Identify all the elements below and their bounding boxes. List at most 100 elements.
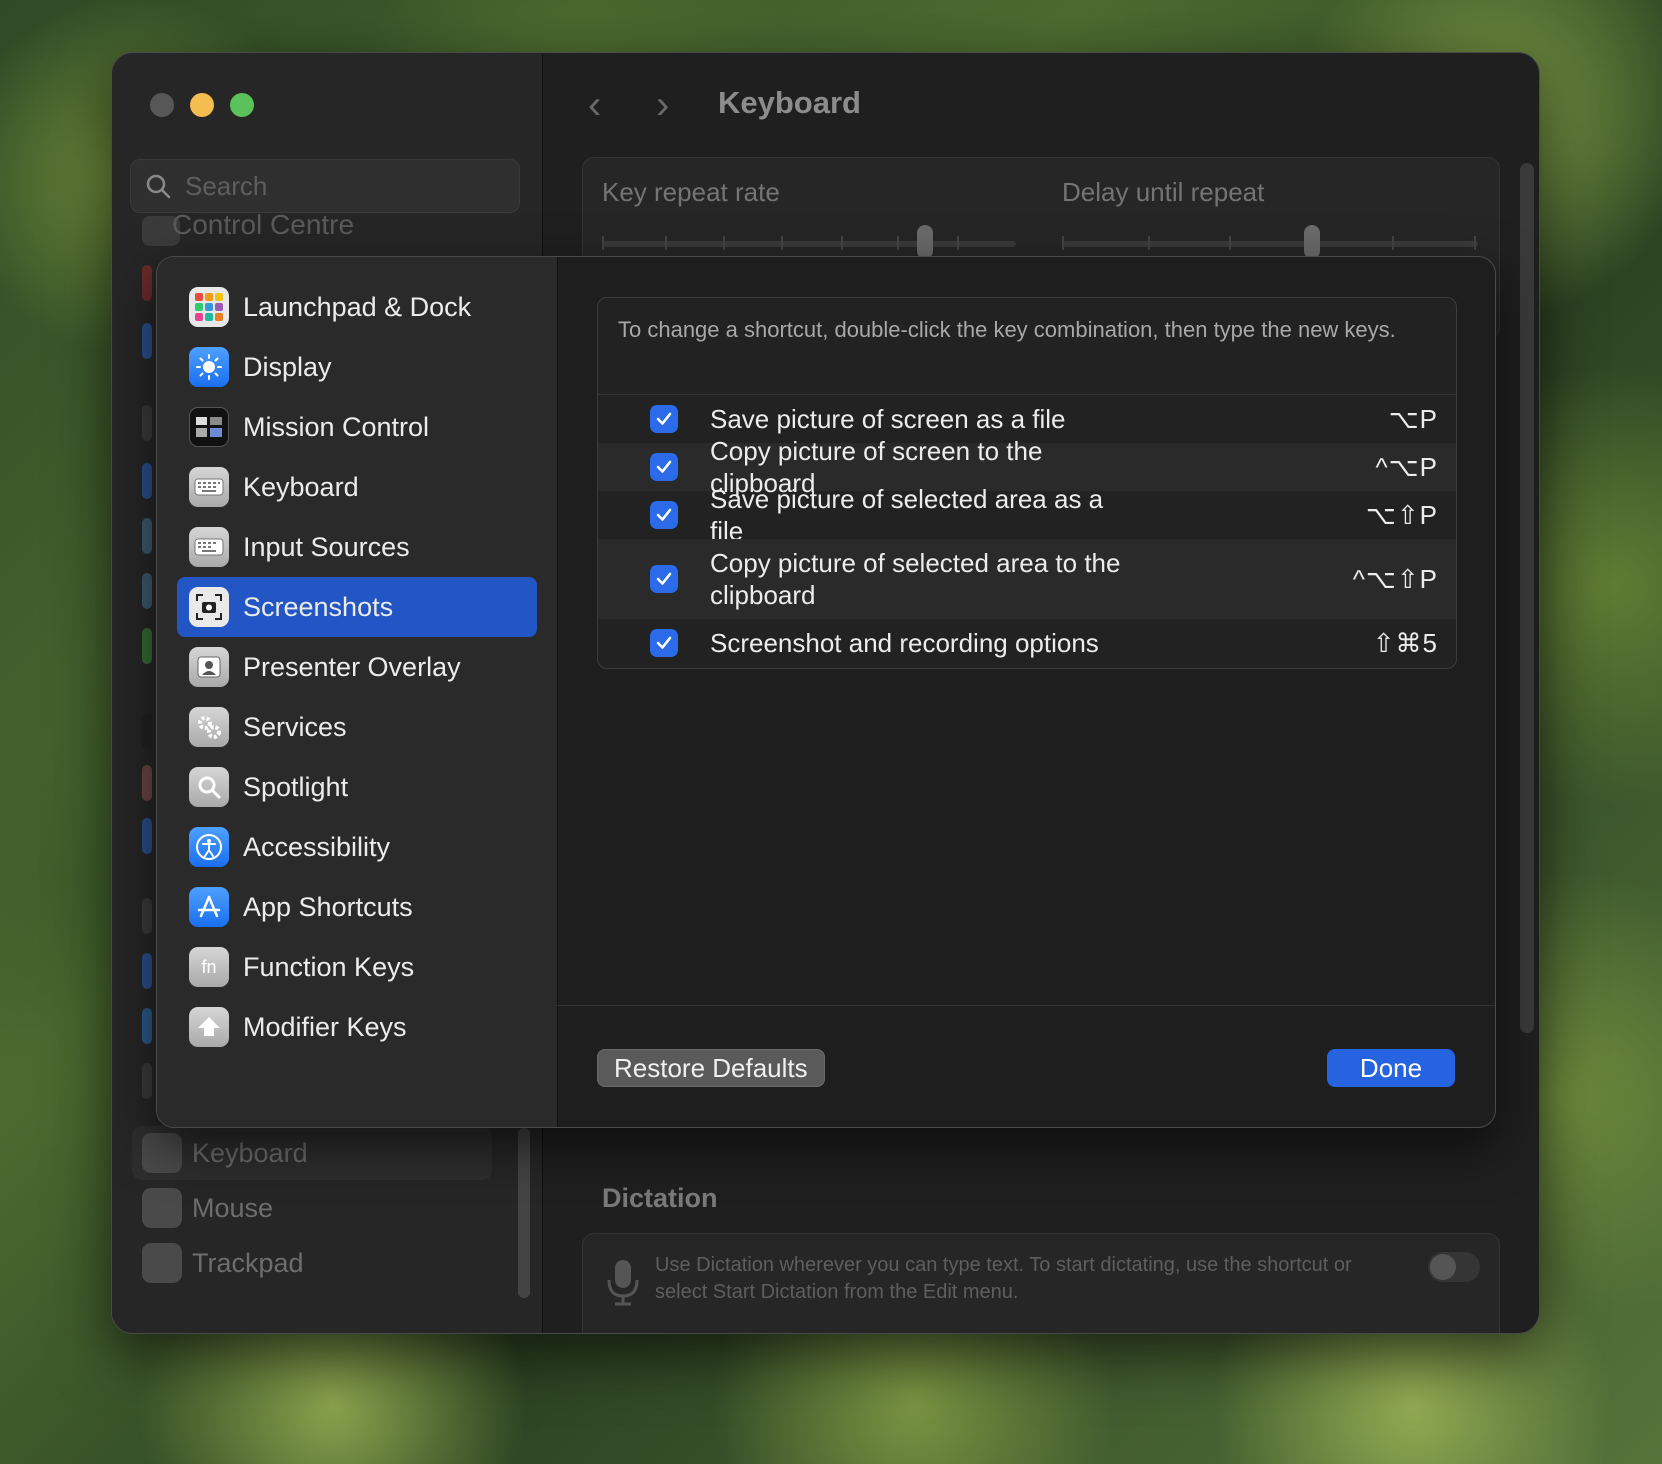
shortcut-keys[interactable]: ⌥⇧P <box>1366 500 1438 531</box>
slider-tick <box>723 236 725 250</box>
category-label: Launchpad & Dock <box>243 291 472 322</box>
close-window-button[interactable] <box>150 93 174 117</box>
sidebar-peek-icon <box>142 463 152 499</box>
minimize-window-button[interactable] <box>190 93 214 117</box>
keyboard-shortcuts-sheet: Launchpad & Dock Display Mission Control… <box>156 256 1496 1128</box>
shortcut-keys[interactable]: ⇧⌘5 <box>1373 628 1438 659</box>
dictation-toggle[interactable] <box>1428 1252 1480 1282</box>
shortcut-label: Save picture of screen as a file <box>710 404 1066 434</box>
sidebar-peek-icon <box>142 1008 152 1044</box>
sidebar-item-control-centre[interactable]: Control Centre <box>172 209 354 241</box>
category-label: Modifier Keys <box>243 1011 407 1042</box>
screenshots-icon <box>189 587 229 627</box>
slider-tick <box>841 236 843 250</box>
modifier-keys-icon <box>189 1007 229 1047</box>
dictation-card: Use Dictation wherever you can type text… <box>582 1233 1500 1333</box>
shortcut-checkbox[interactable] <box>650 501 678 529</box>
shortcut-checkbox[interactable] <box>650 405 678 433</box>
category-launchpad-dock[interactable]: Launchpad & Dock <box>177 277 537 337</box>
checkmark-icon <box>656 460 672 473</box>
category-label: App Shortcuts <box>243 891 413 922</box>
shortcut-keys[interactable]: ^⌥⇧P <box>1353 564 1438 595</box>
category-label: Accessibility <box>243 831 391 862</box>
checkmark-icon <box>656 636 672 649</box>
shortcuts-content: To change a shortcut, double-click the k… <box>557 257 1495 1127</box>
category-label: Mission Control <box>243 411 430 442</box>
category-modifier-keys[interactable]: Modifier Keys <box>177 997 537 1057</box>
category-keyboard[interactable]: Keyboard <box>177 457 537 517</box>
category-spotlight[interactable]: Spotlight <box>177 757 537 817</box>
slider-tick <box>957 236 959 250</box>
sidebar-peek-icon <box>142 765 152 801</box>
sidebar-item-trackpad[interactable]: Trackpad <box>132 1236 492 1290</box>
sidebar-item-keyboard[interactable]: Keyboard <box>132 1126 492 1180</box>
back-button[interactable]: ‹ <box>588 83 601 128</box>
category-input-sources[interactable]: Input Sources <box>177 517 537 577</box>
category-label: Input Sources <box>243 531 410 562</box>
category-display[interactable]: Display <box>177 337 537 397</box>
shortcut-checkbox[interactable] <box>650 629 678 657</box>
category-mission-control[interactable]: Mission Control <box>177 397 537 457</box>
sidebar-scrollbar[interactable] <box>518 1128 530 1298</box>
shortcuts-table: To change a shortcut, double-click the k… <box>597 297 1457 669</box>
category-label: Services <box>243 711 347 742</box>
shortcut-label: Copy picture of selected area to the cli… <box>710 548 1121 610</box>
presenter-overlay-icon <box>189 647 229 687</box>
slider-tick <box>781 236 783 250</box>
category-services[interactable]: Services <box>177 697 537 757</box>
page-title: Keyboard <box>718 85 861 120</box>
slider-tick <box>1392 236 1394 250</box>
delay-knob[interactable] <box>1303 225 1320 259</box>
shortcut-row[interactable]: Copy picture of selected area to the cli… <box>598 539 1456 619</box>
category-label: Presenter Overlay <box>243 651 461 682</box>
slider-tick <box>665 236 667 250</box>
function-keys-icon: fn <box>189 947 229 987</box>
sidebar-item-mouse[interactable]: Mouse <box>132 1181 492 1235</box>
slider-tick <box>1148 236 1150 250</box>
sidebar-peek-icon <box>142 518 152 554</box>
key-repeat-label: Key repeat rate <box>602 177 780 207</box>
shortcut-checkbox[interactable] <box>650 453 678 481</box>
sidebar-peek-icon <box>142 953 152 989</box>
delay-label: Delay until repeat <box>1062 177 1265 207</box>
category-app-shortcuts[interactable]: App Shortcuts <box>177 877 537 937</box>
sidebar-peek-icon <box>142 628 152 664</box>
category-function-keys[interactable]: fn Function Keys <box>177 937 537 997</box>
sidebar-peek-icon <box>142 573 152 609</box>
shortcut-row[interactable]: Screenshot and recording options ⇧⌘5 <box>598 619 1456 667</box>
delay-slider[interactable] <box>1062 241 1478 247</box>
category-screenshots[interactable]: Screenshots <box>177 577 537 637</box>
key-repeat-knob[interactable] <box>916 225 933 259</box>
sidebar-peek-icon <box>142 405 152 441</box>
shortcut-checkbox[interactable] <box>650 565 678 593</box>
done-button[interactable]: Done <box>1327 1049 1455 1087</box>
zoom-window-button[interactable] <box>230 93 254 117</box>
trackpad-icon <box>142 1243 182 1283</box>
forward-button[interactable]: › <box>656 83 669 128</box>
checkmark-icon <box>656 412 672 425</box>
sidebar-peek-icon <box>142 265 152 301</box>
display-icon <box>189 347 229 387</box>
keyboard-icon <box>142 1133 182 1173</box>
category-accessibility[interactable]: Accessibility <box>177 817 537 877</box>
restore-defaults-button[interactable]: Restore Defaults <box>597 1049 825 1087</box>
shortcut-label: Save picture of selected area as a file <box>710 484 1104 546</box>
sidebar-item-label: Mouse <box>192 1192 274 1223</box>
sidebar-item-label: Keyboard <box>192 1137 308 1168</box>
shortcut-categories-list: Launchpad & Dock Display Mission Control… <box>157 257 558 1127</box>
svg-text:fn: fn <box>201 957 216 977</box>
shortcut-keys[interactable]: ^⌥P <box>1375 452 1438 483</box>
slider-tick <box>1474 236 1476 250</box>
sidebar-item-label: Trackpad <box>192 1247 304 1278</box>
search-field[interactable]: Search <box>130 159 520 213</box>
sidebar-peek-icon <box>142 898 152 934</box>
category-presenter-overlay[interactable]: Presenter Overlay <box>177 637 537 697</box>
main-scrollbar[interactable] <box>1520 163 1534 1033</box>
slider-tick <box>602 236 604 250</box>
category-label: Function Keys <box>243 951 415 982</box>
shortcut-keys[interactable]: ⌥P <box>1389 404 1438 435</box>
mission-control-icon <box>189 407 229 447</box>
search-placeholder: Search <box>185 170 268 201</box>
footer-divider <box>557 1005 1495 1006</box>
shortcut-row[interactable]: Save picture of selected area as a file … <box>598 484 1456 546</box>
